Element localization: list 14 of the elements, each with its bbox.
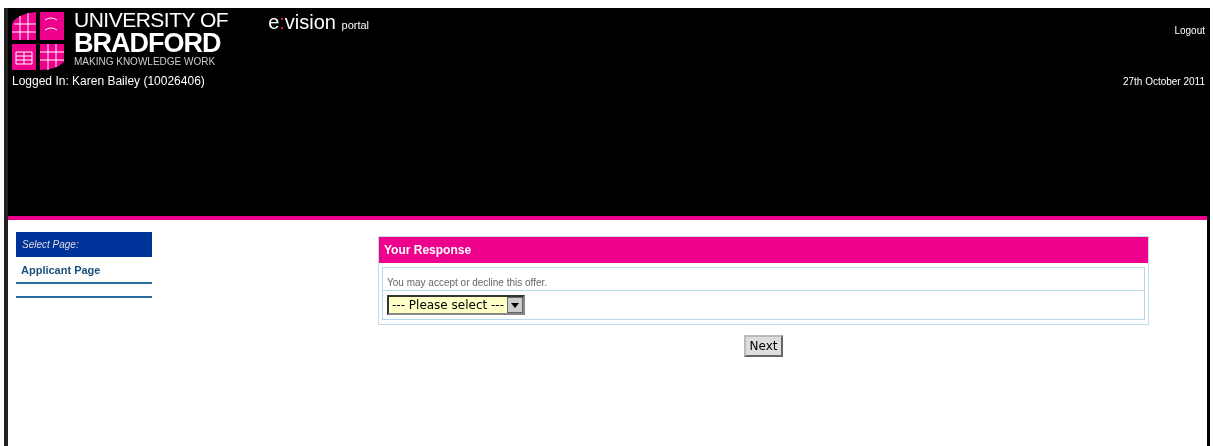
next-button[interactable]: Next bbox=[743, 335, 784, 357]
logout-link[interactable]: Logout bbox=[1174, 25, 1205, 36]
logged-in-text: Logged In: Karen Bailey (10026406) bbox=[12, 74, 205, 88]
university-name: UNIVERSITY OF bbox=[74, 10, 229, 30]
date-text: 27th October 2011 bbox=[1122, 76, 1205, 88]
portal-title: e:vision portal bbox=[268, 12, 370, 35]
sidebar-heading: Select Page: bbox=[16, 232, 152, 257]
crest-drawing bbox=[12, 12, 64, 70]
tagline: MAKING KNOWLEDGE WORK bbox=[74, 56, 217, 68]
response-dropdown[interactable]: --- Please select --- bbox=[387, 295, 526, 315]
panel-heading: Your Response bbox=[379, 237, 1148, 263]
university-name: BRADFORD bbox=[74, 30, 222, 56]
sidebar-link[interactable]: Applicant Page bbox=[16, 257, 152, 284]
offer-message: You may accept or decline this offer. bbox=[387, 277, 548, 288]
